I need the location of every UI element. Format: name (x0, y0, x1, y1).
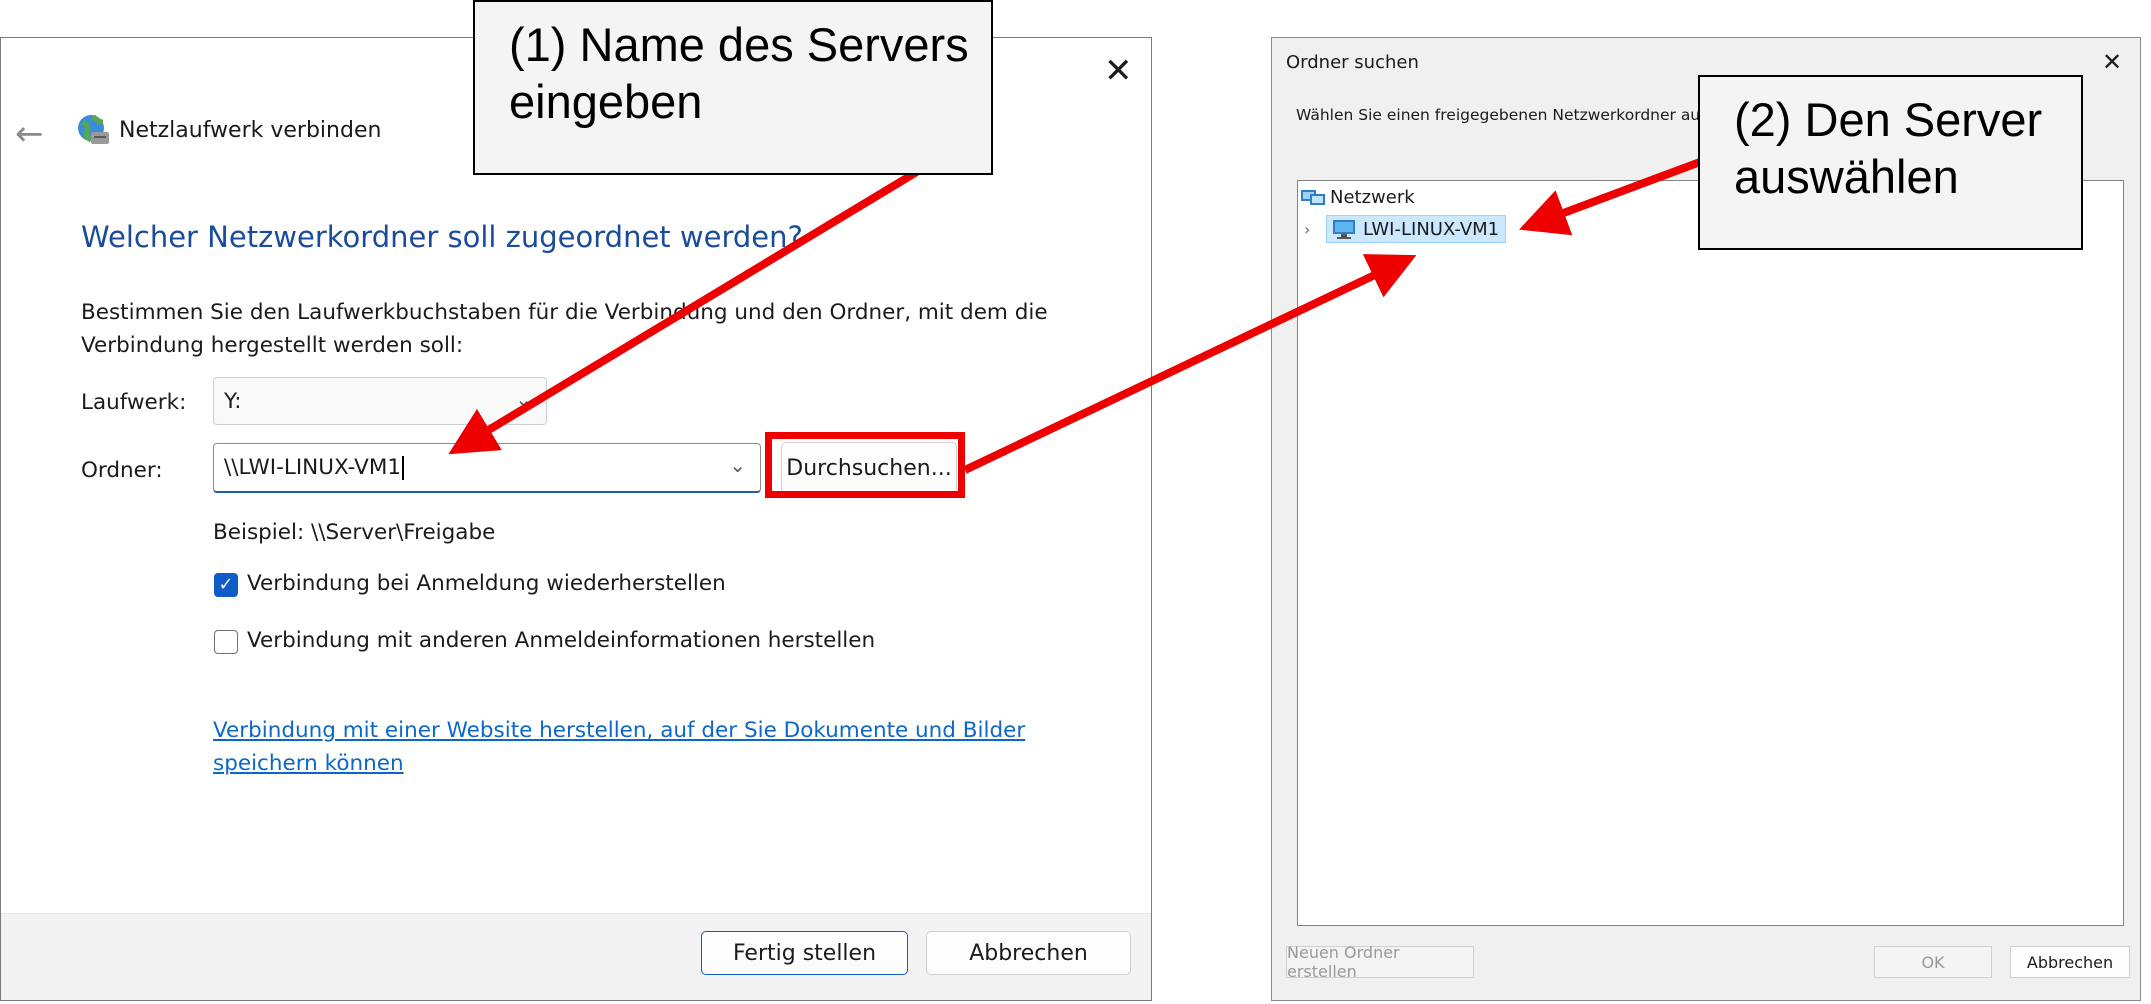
arrow-to-server-item (963, 254, 1417, 474)
callout-step-2: (2) Den Server auswählen (1698, 75, 2083, 250)
arrow-to-folder-input (448, 166, 923, 455)
arrow-from-callout-2 (1519, 158, 1702, 236)
callout-step-1: (1) Name des Servers eingeben (473, 0, 993, 175)
